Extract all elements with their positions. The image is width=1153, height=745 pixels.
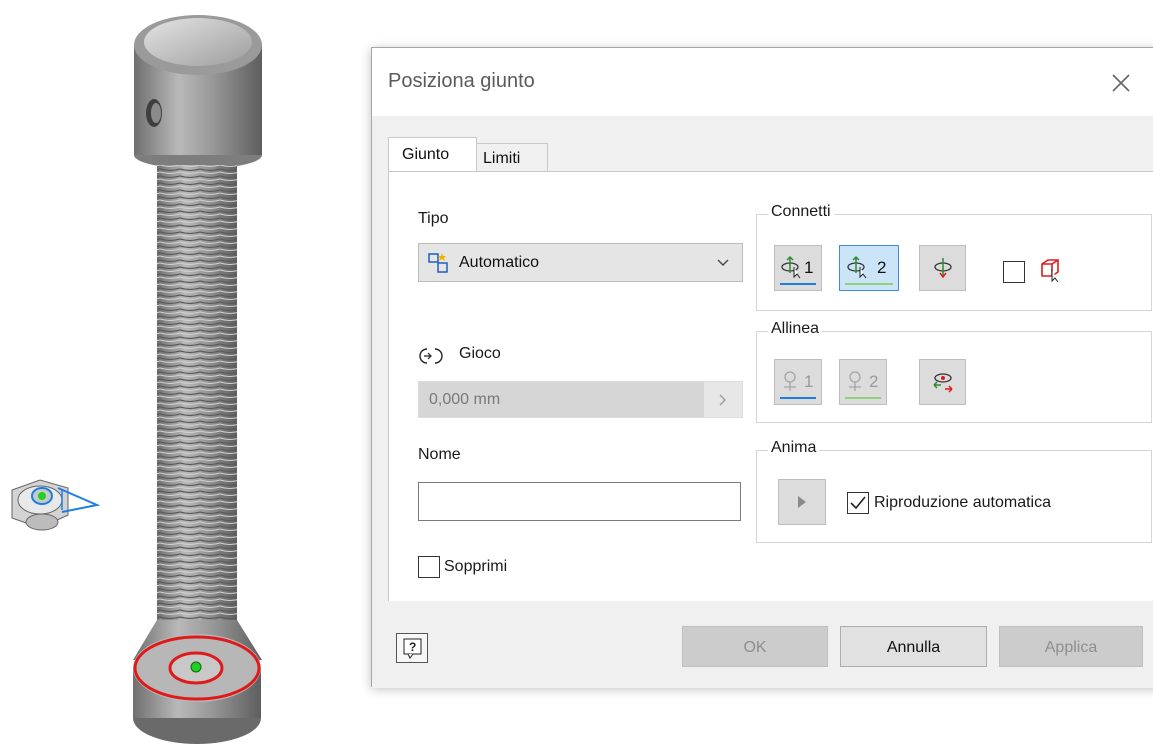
tab-limiti[interactable]: Limiti — [476, 143, 548, 172]
check-icon — [850, 496, 866, 510]
cancel-button[interactable]: Annulla — [840, 626, 987, 667]
suppress-checkbox[interactable] — [418, 556, 440, 578]
connect-select-2-button[interactable]: 2 — [839, 245, 899, 291]
suppress-label: Sopprimi — [444, 558, 508, 575]
lock-component-icon — [1041, 259, 1059, 283]
align-1-underline — [780, 397, 816, 399]
connect-1-underline — [780, 283, 816, 285]
autoplay-checkbox[interactable] — [847, 492, 869, 514]
connect-1-number: 1 — [804, 258, 814, 277]
bolt-base[interactable] — [133, 634, 261, 744]
dialog-footer: ? OK Annulla Applica — [372, 601, 1153, 688]
allinea-title: Allinea — [768, 320, 823, 338]
flip-direction-button[interactable] — [919, 245, 966, 291]
gap-spinner-button[interactable] — [704, 382, 742, 417]
ok-button[interactable]: OK — [682, 626, 828, 667]
gap-value: 0,000 mm — [429, 391, 501, 408]
nome-label: Nome — [418, 446, 461, 463]
align-select-2-button[interactable]: 2 — [839, 359, 887, 405]
apply-button[interactable]: Applica — [999, 626, 1143, 667]
gioco-label: Gioco — [459, 345, 501, 362]
connect-2-underline — [845, 283, 893, 285]
tab-giunto[interactable]: Giunto — [388, 137, 477, 171]
align-select-1-button[interactable]: 1 — [774, 359, 822, 405]
play-button[interactable] — [778, 479, 826, 525]
connect-2-number: 2 — [877, 258, 887, 277]
svg-text:?: ? — [409, 640, 416, 654]
tipo-label: Tipo — [418, 210, 449, 227]
joint-type-select[interactable]: Automatico — [418, 243, 743, 282]
align-2-icon — [849, 371, 861, 391]
align-2-number: 2 — [869, 372, 879, 391]
play-icon — [798, 496, 806, 508]
anima-title: Anima — [768, 439, 820, 457]
place-joint-dialog: Posiziona giunto Giunto Limiti Tipo Auto… — [371, 47, 1153, 688]
autoplay-label: Riproduzione automatica — [874, 494, 1051, 511]
joint-name-input[interactable] — [418, 482, 741, 521]
select-origin-2-icon — [847, 255, 867, 279]
dialog-title: Posiziona giunto — [388, 70, 535, 92]
dialog-titlebar: Posiziona giunto — [372, 48, 1153, 116]
connect-select-1-button[interactable]: 1 — [774, 245, 822, 291]
threaded-shaft[interactable] — [133, 165, 262, 660]
chevron-down-icon — [717, 259, 729, 266]
help-icon: ? — [403, 638, 422, 659]
align-1-number: 1 — [804, 372, 814, 391]
nut-component[interactable] — [11, 479, 101, 531]
gap-icon — [419, 348, 443, 364]
flip-direction-icon — [934, 258, 952, 279]
lock-component-checkbox[interactable] — [1003, 261, 1025, 283]
bolt-head[interactable] — [134, 15, 262, 169]
select-origin-1-icon — [781, 255, 801, 279]
connetti-title: Connetti — [768, 203, 834, 221]
invert-alignment-button[interactable] — [919, 359, 966, 405]
chevron-right-icon — [719, 394, 726, 406]
close-icon[interactable] — [1106, 68, 1136, 98]
invert-align-icon — [933, 373, 953, 393]
help-button[interactable]: ? — [396, 633, 428, 663]
align-1-icon — [784, 371, 796, 391]
joint-type-value: Automatico — [459, 254, 540, 271]
gap-value-field[interactable]: 0,000 mm — [418, 381, 743, 418]
automatic-joint-icon — [428, 253, 448, 273]
align-2-underline — [845, 397, 881, 399]
